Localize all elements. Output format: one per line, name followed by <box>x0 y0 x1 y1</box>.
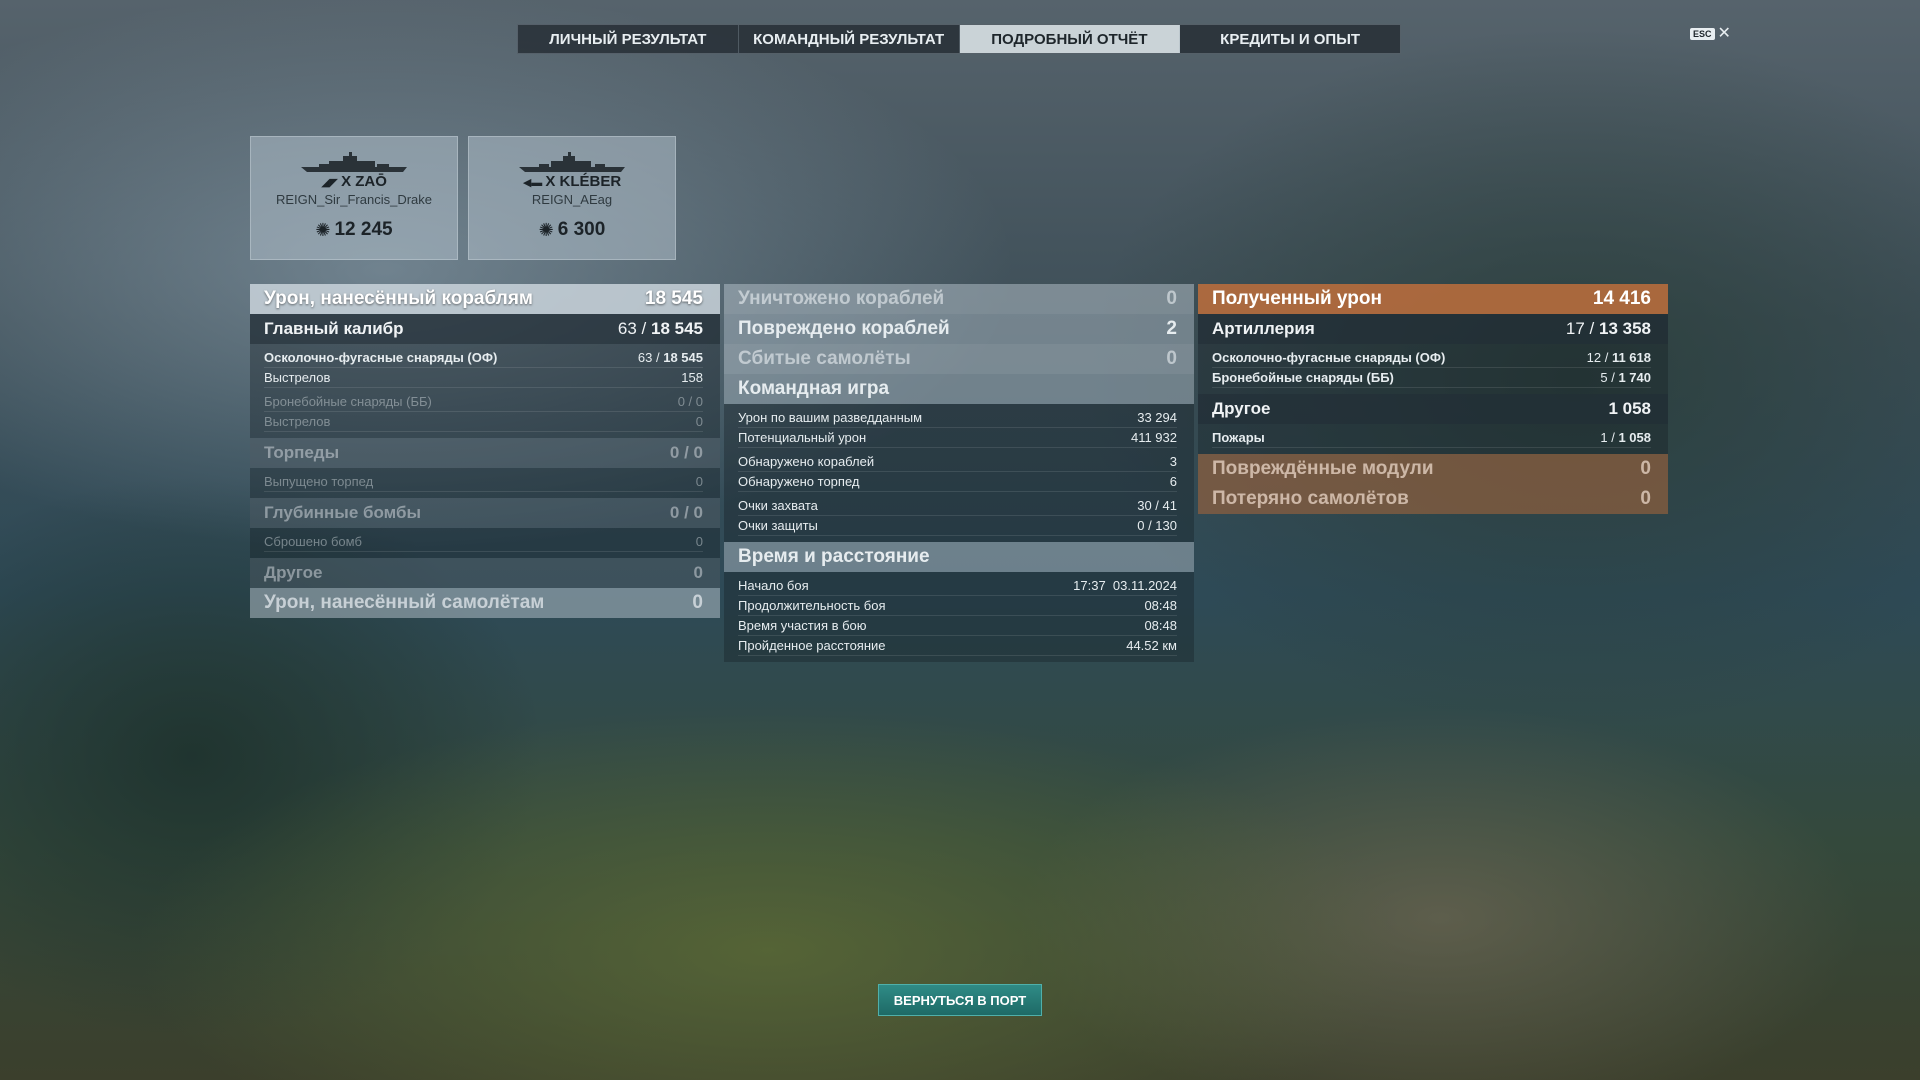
ap-shells-row: Бронебойные снаряды (ББ) 0 / 0 <box>264 392 703 412</box>
ships-destroyed-row: Уничтожено кораблей 0 <box>724 284 1194 314</box>
ship-name: ◢◤ X ZAŌ <box>321 173 387 190</box>
ship-silhouette-icon <box>251 151 457 173</box>
result-tabs: ЛИЧНЫЙ РЕЗУЛЬТАТ КОМАНДНЫЙ РЕЗУЛЬТАТ ПОД… <box>517 24 1401 54</box>
distance-traveled-row: Пройденное расстояние 44.52 км <box>738 636 1177 656</box>
planes-shot-down-row: Сбитые самолёты 0 <box>724 344 1194 374</box>
player-name: REIGN_AEag <box>531 192 613 207</box>
tab-detailed-report[interactable]: ПОДРОБНЫЙ ОТЧЁТ <box>959 25 1181 53</box>
potential-damage-row: Потенциальный урон 411 932 <box>738 428 1177 448</box>
damaged-modules-row: Повреждённые модули 0 <box>1198 454 1668 484</box>
damage-total: ✺ 12 245 <box>315 219 393 240</box>
artillery-details: Осколочно-фугасные снаряды (ОФ) 12 / 11 6… <box>1198 344 1668 394</box>
ships-damaged-row: Повреждено кораблей 2 <box>724 314 1194 344</box>
capture-points-row: Очки захвата 30 / 41 <box>738 496 1177 516</box>
depth-charges-details: Сброшено бомб 0 <box>250 528 720 558</box>
close-icon: ✕ <box>1717 25 1731 42</box>
artillery-row: Артиллерия 17 / 13 358 <box>1198 314 1668 344</box>
tab-personal-result[interactable]: ЛИЧНЫЙ РЕЗУЛЬТАТ <box>518 25 739 53</box>
damage-received-column: Полученный урон 14 416 Артиллерия 17 / 13 … <box>1198 284 1668 514</box>
received-other-row: Другое 1 058 <box>1198 394 1668 424</box>
cruiser-class-icon: ◢◤ <box>321 177 342 189</box>
torpedoes-details: Выпущено торпед 0 <box>250 468 720 498</box>
battle-duration-row: Продолжительность боя 08:48 <box>738 596 1177 616</box>
time-distance-header: Время и расстояние <box>724 542 1194 572</box>
torpedoes-spotted-row: Обнаружено торпед 6 <box>738 472 1177 492</box>
destroyer-class-icon: ◀▬ <box>522 177 546 189</box>
ships-spotted-row: Обнаружено кораблей 3 <box>738 452 1177 472</box>
ap-shots-row: Выстрелов 0 <box>264 412 703 432</box>
fires-row: Пожары 1 / 1 058 <box>1212 428 1651 448</box>
damage-total: ✺ 6 300 <box>538 219 606 240</box>
player-name: REIGN_Sir_Francis_Drake <box>275 192 433 207</box>
damage-laurel-icon: ✺ <box>538 219 554 240</box>
torpedoes-fired-row: Выпущено торпед 0 <box>264 472 703 492</box>
damage-received-header: Полученный урон 14 416 <box>1198 284 1668 314</box>
planes-lost-row: Потеряно самолётов 0 <box>1198 484 1668 514</box>
received-ap-row: Бронебойные снаряды (ББ) 5 / 1 740 <box>1212 368 1651 388</box>
damage-dealt-column: Урон, нанесённый кораблям 18 545 Главный … <box>250 284 720 618</box>
torpedoes-row: Торпеды 0 / 0 <box>250 438 720 468</box>
received-he-row: Осколочно-фугасные снаряды (ОФ) 12 / 11 6… <box>1212 348 1651 368</box>
bombs-dropped-row: Сброшено бомб 0 <box>264 532 703 552</box>
ship-name: ◀▬ X KLÉBER <box>522 173 622 190</box>
team-play-details: Урон по вашим разведданным 33 294 Потенци… <box>724 404 1194 542</box>
main-battery-details: Осколочно-фугасные снаряды (ОФ) 63 / 18 5… <box>250 344 720 438</box>
defense-points-row: Очки защиты 0 / 130 <box>738 516 1177 536</box>
close-button[interactable]: ESC ✕ <box>1690 25 1731 42</box>
combat-summary-column: Уничтожено кораблей 0 Повреждено кораблей… <box>724 284 1194 662</box>
ship-silhouette-icon <box>469 151 675 173</box>
tab-team-result[interactable]: КОМАНДНЫЙ РЕЗУЛЬТАТ <box>739 25 960 53</box>
he-shells-row: Осколочно-фугасные снаряды (ОФ) 63 / 18 5… <box>264 348 703 368</box>
he-shots-row: Выстрелов 158 <box>264 368 703 388</box>
spotting-damage-row: Урон по вашим разведданным 33 294 <box>738 408 1177 428</box>
esc-key-icon: ESC <box>1690 28 1715 40</box>
received-other-details: Пожары 1 / 1 058 <box>1198 424 1668 454</box>
tab-credits-xp[interactable]: КРЕДИТЫ И ОПЫТ <box>1180 25 1400 53</box>
other-damage-row: Другое 0 <box>250 558 720 588</box>
main-battery-row: Главный калибр 63 / 18 545 <box>250 314 720 344</box>
battle-start-row: Начало боя 17:37 03.11.2024 <box>738 576 1177 596</box>
depth-charges-row: Глубинные бомбы 0 / 0 <box>250 498 720 528</box>
damage-dealt-header: Урон, нанесённый кораблям 18 545 <box>250 284 720 314</box>
player-card[interactable]: ◀▬ X KLÉBER REIGN_AEag ✺ 6 300 <box>468 136 676 260</box>
participation-time-row: Время участия в бою 08:48 <box>738 616 1177 636</box>
damage-laurel-icon: ✺ <box>315 219 331 240</box>
time-distance-details: Начало боя 17:37 03.11.2024 Продолжительн… <box>724 572 1194 662</box>
aircraft-damage-row: Урон, нанесённый самолётам 0 <box>250 588 720 618</box>
team-play-header: Командная игра <box>724 374 1194 404</box>
return-to-port-button[interactable]: ВЕРНУТЬСЯ В ПОРТ <box>878 984 1042 1016</box>
player-card[interactable]: ◢◤ X ZAŌ REIGN_Sir_Francis_Drake ✺ 12 245 <box>250 136 458 260</box>
